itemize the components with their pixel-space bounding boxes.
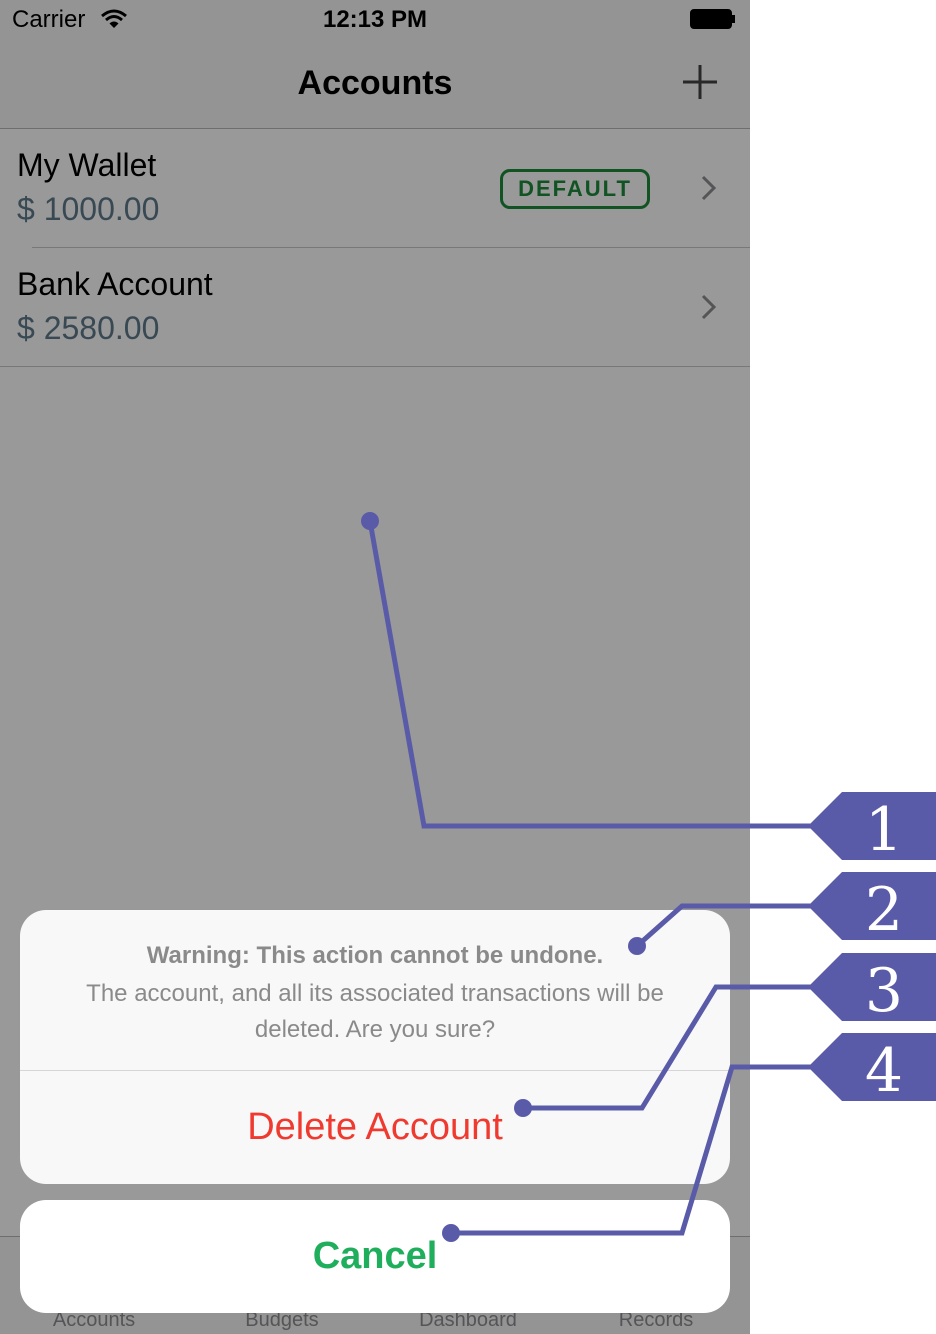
callout-2: 2 <box>628 872 936 955</box>
callout-1: 1 <box>361 512 936 865</box>
callout-number: 3 <box>865 956 903 1026</box>
callout-number: 2 <box>865 875 903 945</box>
callout-annotations: 1 2 3 4 <box>361 512 936 1242</box>
callout-number: 4 <box>865 1036 903 1106</box>
callout-4: 4 <box>442 1033 936 1242</box>
callout-number: 1 <box>865 795 903 865</box>
